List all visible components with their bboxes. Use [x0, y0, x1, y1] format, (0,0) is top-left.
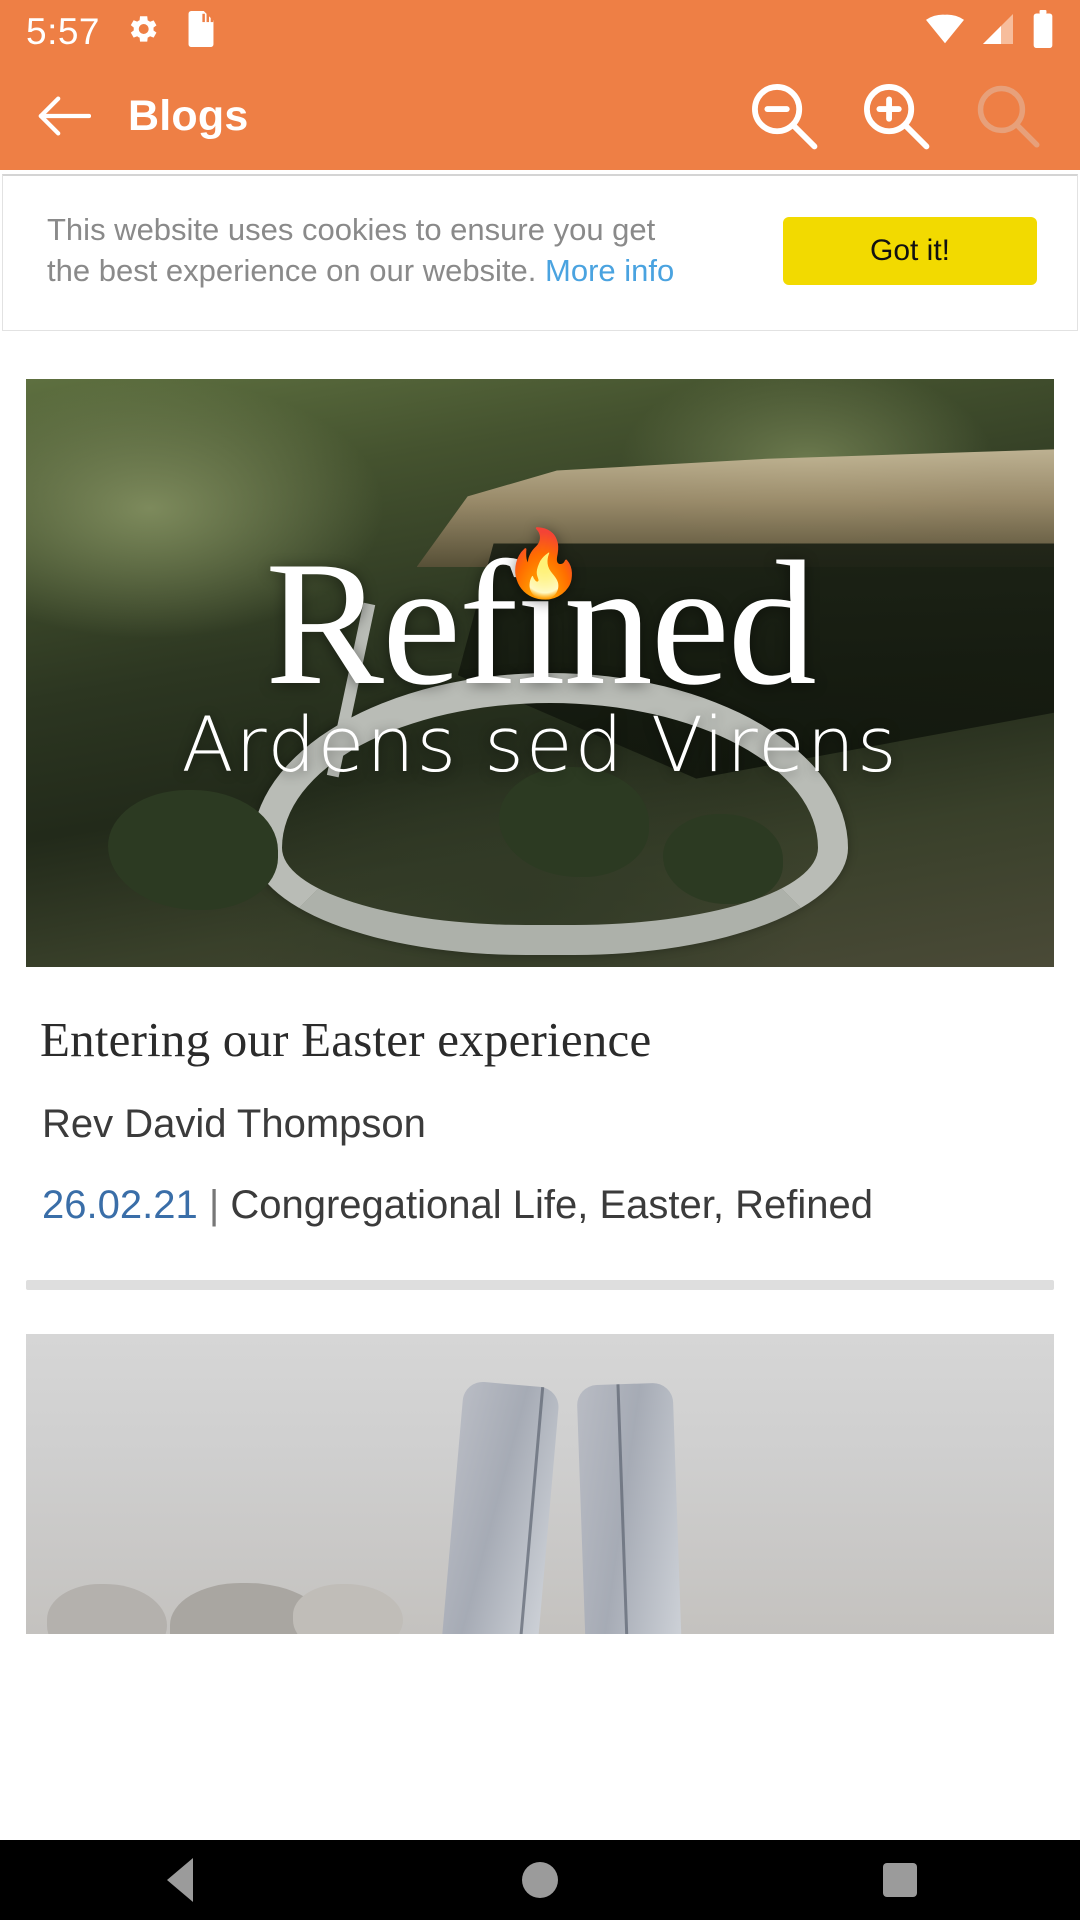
cookie-consent-banner: This website uses cookies to ensure you …	[2, 174, 1078, 331]
wifi-icon	[926, 14, 964, 49]
post-title[interactable]: Entering our Easter experience	[40, 1011, 1054, 1068]
battery-icon	[1032, 9, 1054, 53]
post-author: Rev David Thompson	[42, 1101, 426, 1146]
zoom-out-icon[interactable]	[746, 78, 822, 154]
nav-home-icon	[522, 1862, 558, 1898]
refined-logo-wordmark: Refined 🔥	[265, 532, 816, 713]
settings-gear-icon	[126, 12, 160, 51]
webview-content[interactable]: This website uses cookies to ensure you …	[0, 170, 1080, 1840]
status-bar-left: 5:57	[26, 10, 216, 52]
flame-icon: 🔥	[502, 528, 585, 602]
status-clock: 5:57	[26, 10, 101, 52]
nav-recents-button[interactable]	[820, 1840, 980, 1920]
search-icon[interactable]	[970, 78, 1046, 154]
post-hero-image[interactable]: Refined 🔥 Ardens sed Virens	[26, 378, 1054, 967]
post-date-link[interactable]: 26.02.21	[42, 1183, 198, 1227]
cookie-accept-button[interactable]: Got it!	[783, 216, 1037, 285]
nav-back-icon	[167, 1858, 193, 1902]
cookie-message: This website uses cookies to ensure you …	[47, 210, 687, 292]
page-title: Blogs	[128, 91, 249, 140]
zoom-in-icon[interactable]	[858, 78, 934, 154]
nav-recents-icon	[883, 1863, 917, 1897]
nav-home-button[interactable]	[460, 1840, 620, 1920]
more-info-link[interactable]: More info	[545, 253, 674, 288]
phone-screen: 5:57 Blogs This website uses cookies to …	[0, 0, 1080, 1920]
app-bar: Blogs	[0, 62, 1080, 170]
refined-logo: Refined 🔥 Ardens sed Virens	[26, 379, 1054, 967]
android-navigation-bar	[0, 1840, 1080, 1920]
post-meta: 26.02.21 | Congregational Life, Easter, …	[42, 1183, 1054, 1228]
cellular-signal-icon	[980, 13, 1016, 49]
nav-back-button[interactable]	[100, 1840, 260, 1920]
status-bar: 5:57	[0, 0, 1080, 62]
status-bar-right	[926, 9, 1054, 53]
blog-post-item[interactable]: Refined 🔥 Ardens sed Virens Entering our…	[0, 378, 1080, 1228]
post-hero-image[interactable]	[26, 1333, 1054, 1634]
app-bar-actions	[746, 78, 1052, 154]
hero2-jeans-art	[576, 1382, 682, 1634]
blog-post-item[interactable]	[0, 1333, 1080, 1634]
sd-card-icon	[186, 10, 216, 52]
post-meta-separator: |	[208, 1182, 220, 1227]
post-categories: Congregational Life, Easter, Refined	[230, 1182, 873, 1227]
back-arrow-icon[interactable]	[28, 80, 100, 152]
post-divider	[26, 1279, 1054, 1290]
